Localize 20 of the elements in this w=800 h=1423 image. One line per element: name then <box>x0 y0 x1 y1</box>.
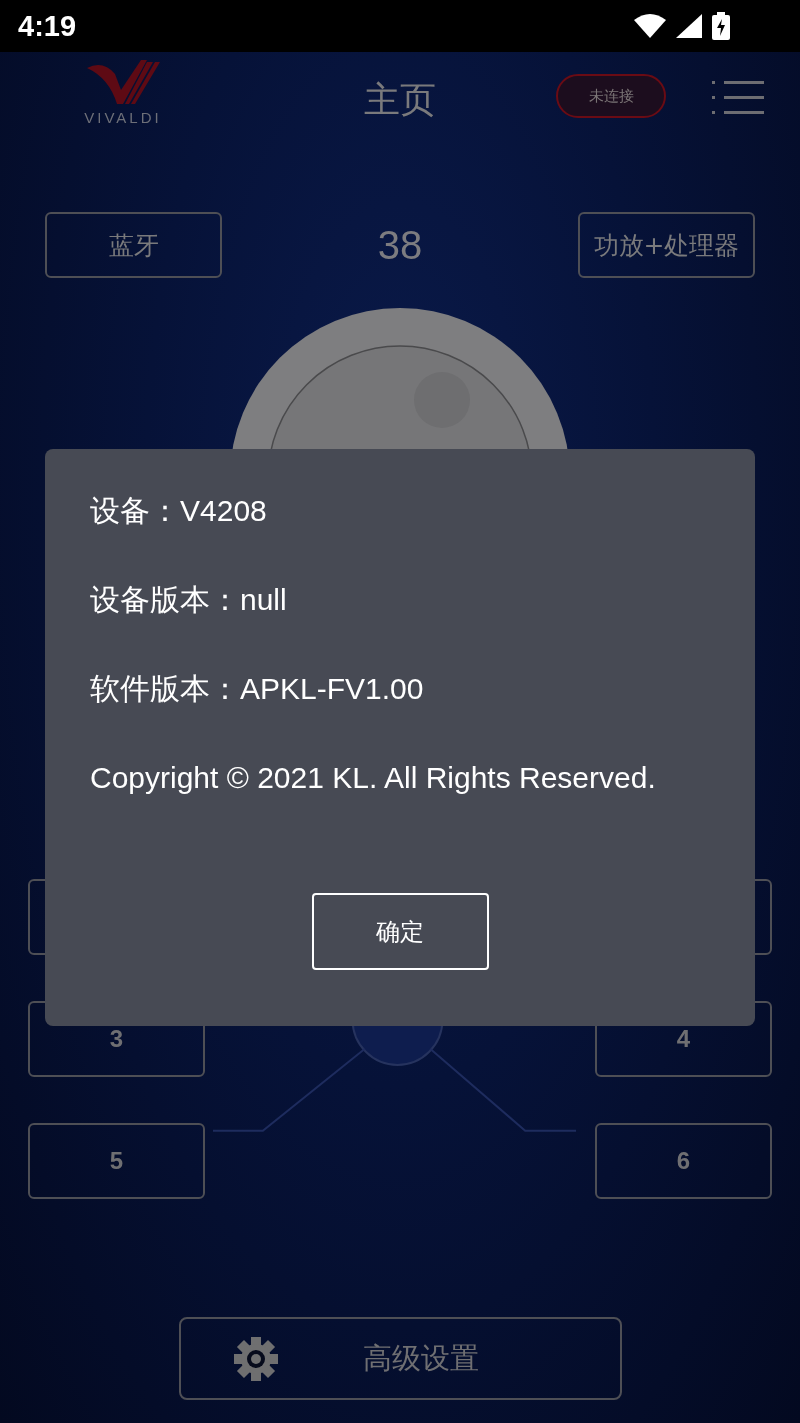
signal-icon <box>676 14 702 38</box>
bluetooth-button[interactable]: 蓝牙 <box>45 212 222 278</box>
channel-button[interactable]: 6 <box>595 1123 772 1199</box>
channel-button[interactable]: 5 <box>28 1123 205 1199</box>
connection-status[interactable]: 未连接 <box>556 74 666 118</box>
menu-icon[interactable] <box>712 80 764 116</box>
page-title: 主页 <box>363 78 437 122</box>
dialog-text: 设备版本：null <box>90 582 288 617</box>
advanced-settings-button[interactable]: 高级设置 <box>178 1317 622 1400</box>
volume-value: 38 <box>377 222 423 268</box>
amplifier-processor-button[interactable]: 功放+处理器 <box>578 212 755 278</box>
battery-icon <box>712 12 730 40</box>
wifi-icon <box>634 14 666 38</box>
settings-icon <box>232 1335 279 1382</box>
dialog-text: Copyright © 2021 KL. All Rights Reserved. <box>90 760 657 795</box>
dialog-text: 软件版本：APKL-FV1.00 <box>90 671 425 706</box>
logo-text: VIVALDI <box>84 109 162 126</box>
dialog-text: 设备：V4208 <box>90 493 268 528</box>
ok-button[interactable]: 确定 <box>311 893 489 970</box>
status-time: 4:19 <box>18 9 77 43</box>
